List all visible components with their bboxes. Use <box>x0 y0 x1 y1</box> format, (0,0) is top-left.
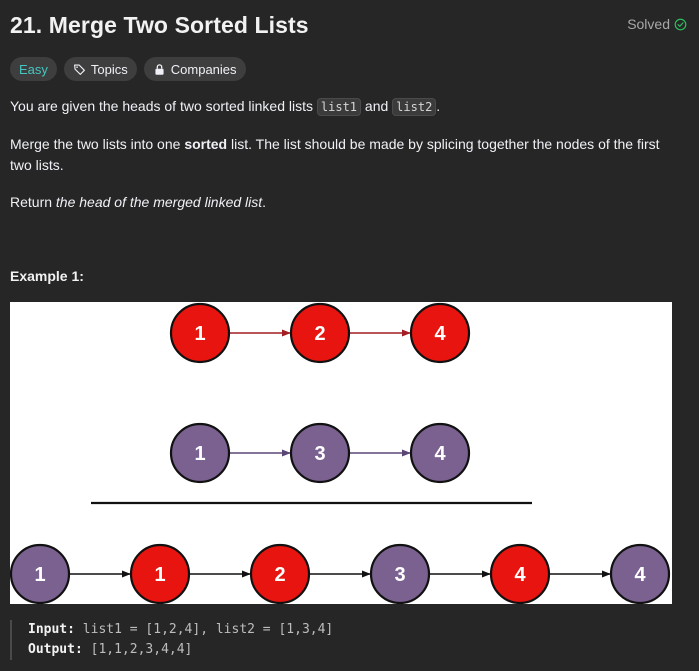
text: . <box>436 98 441 114</box>
description-paragraph-3: Return the head of the merged linked lis… <box>10 192 266 213</box>
merge-diagram-svg: 1 2 4 1 3 4 1 1 2 3 4 4 <box>10 302 671 604</box>
example-input: Input: list1 = [1,2,4], list2 = [1,3,4] <box>28 620 333 640</box>
lock-icon <box>155 63 164 75</box>
text: You are given the heads of two sorted li… <box>10 98 317 114</box>
text: Return <box>10 194 56 210</box>
difficulty-label: Easy <box>19 61 48 77</box>
topics-button[interactable]: Topics <box>63 57 137 81</box>
example-title: Example 1: <box>10 268 84 284</box>
merged-node-label: 2 <box>274 564 285 586</box>
list2-node-label: 4 <box>434 443 446 465</box>
output-label: Output: <box>28 642 83 657</box>
merged-node-label: 1 <box>154 564 165 586</box>
tag-icon <box>73 63 85 75</box>
output-value: [1,1,2,3,4,4] <box>90 642 193 657</box>
description-paragraph-1: You are given the heads of two sorted li… <box>10 96 440 118</box>
list1-node-label: 1 <box>194 323 205 345</box>
input-value: list1 = [1,2,4], list2 = [1,3,4] <box>82 622 334 637</box>
text: . <box>262 194 267 210</box>
inline-code-list2: list2 <box>392 98 437 116</box>
check-circle-icon <box>674 18 687 30</box>
solved-status: Solved <box>627 16 687 32</box>
list1-node-label: 4 <box>434 323 446 345</box>
merged-node-label: 3 <box>394 564 405 586</box>
companies-label: Companies <box>170 61 237 77</box>
example-output: Output: [1,1,2,3,4,4] <box>28 640 333 660</box>
merged-node-label: 1 <box>34 564 45 586</box>
merged-node-label: 4 <box>514 564 526 586</box>
page-title: 21. Merge Two Sorted Lists <box>10 12 309 38</box>
input-label: Input: <box>28 622 75 637</box>
inline-code-list1: list1 <box>316 98 362 116</box>
solved-label: Solved <box>627 16 670 32</box>
list1-node-label: 2 <box>314 323 325 345</box>
description-paragraph-2: Merge the two lists into one sorted list… <box>10 134 675 176</box>
problem-tags: Easy Topics Companies <box>10 57 246 81</box>
problem-header: 21. Merge Two Sorted Lists Solved <box>10 8 687 44</box>
difficulty-badge[interactable]: Easy <box>10 57 57 81</box>
merge-diagram: 1 2 4 1 3 4 1 1 2 3 4 4 <box>10 302 672 604</box>
text: and <box>361 98 393 114</box>
italic-text: the head of the merged linked list <box>55 194 263 210</box>
list2-node-label: 1 <box>194 443 205 465</box>
topics-label: Topics <box>90 61 128 77</box>
merged-node-label: 4 <box>634 564 646 586</box>
list2-node-label: 3 <box>314 443 325 465</box>
example-io: Input: list1 = [1,2,4], list2 = [1,3,4] … <box>10 620 333 660</box>
companies-button[interactable]: Companies <box>143 57 246 81</box>
bold-text: sorted <box>184 136 228 152</box>
text: Merge the two lists into one <box>10 136 185 152</box>
